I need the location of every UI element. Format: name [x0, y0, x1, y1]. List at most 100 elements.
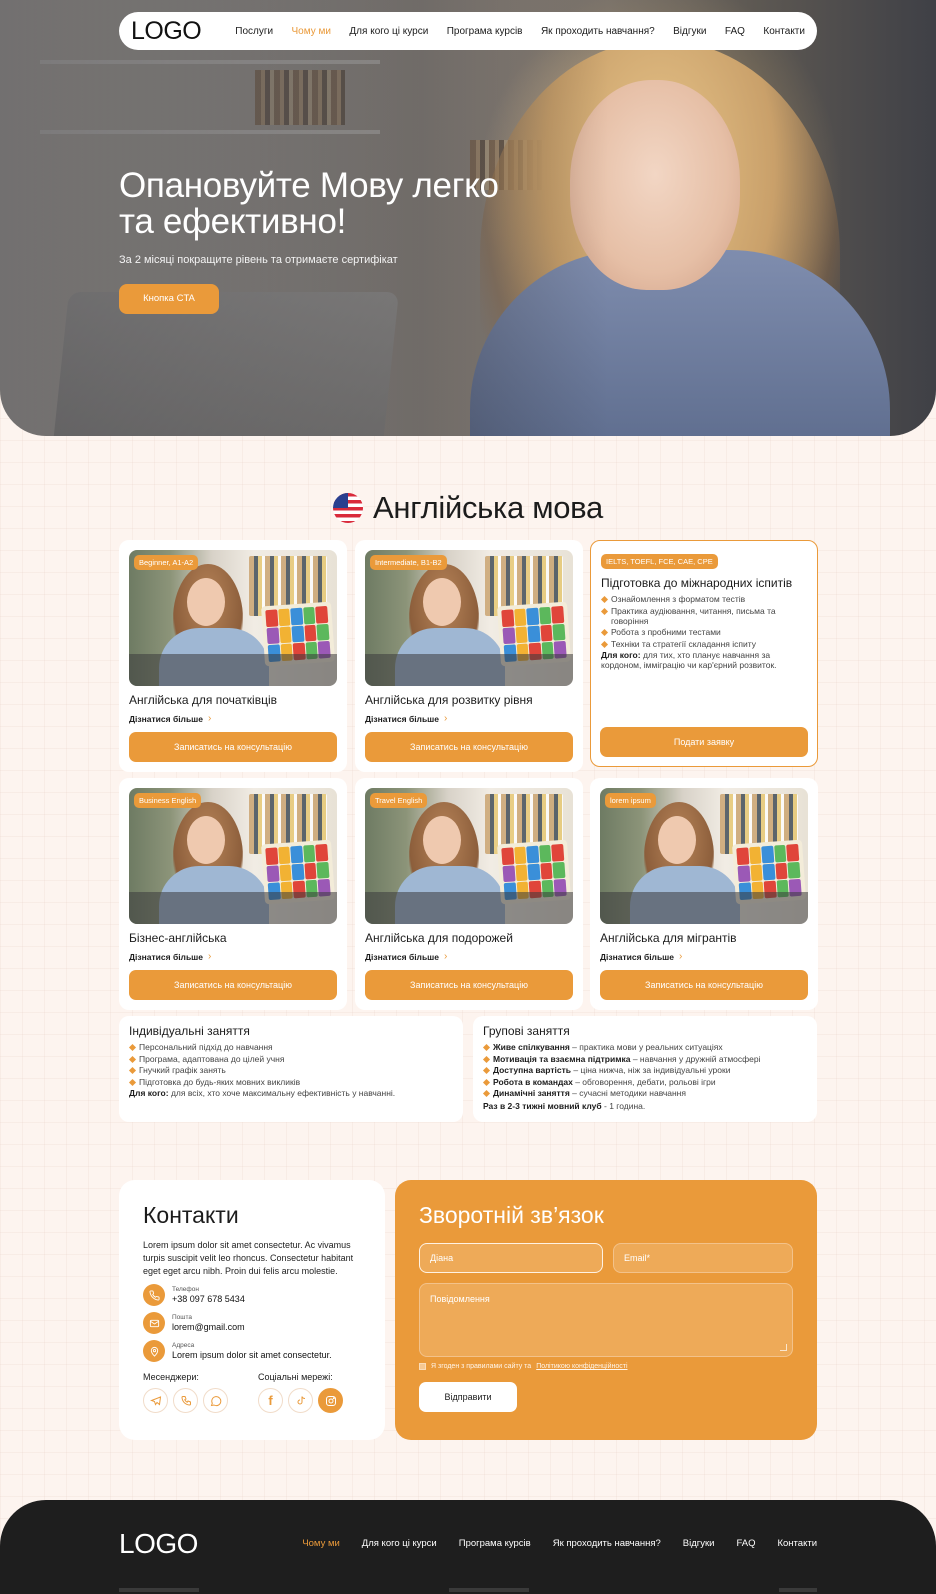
us-flag-icon	[333, 493, 364, 523]
mail-icon	[143, 1312, 165, 1334]
group-lessons-card: Групові заняття Живе спілкування – практ…	[473, 1016, 817, 1122]
consultation-button[interactable]: Записатись на консультацію	[365, 970, 573, 1000]
course-card: Intermediate, B1-B2 Англійська для розви…	[355, 540, 583, 772]
learn-more-link[interactable]: Дізнатися більше ›	[600, 951, 808, 962]
nav-link[interactable]: Послуги	[235, 26, 273, 37]
whatsapp-icon[interactable]	[203, 1388, 228, 1413]
exam-card: IELTS, TOEFL, FCE, CAE, CPE Підготовка д…	[590, 540, 818, 767]
course-image: Beginner, A1-A2	[129, 550, 337, 686]
footer-link[interactable]: FAQ	[736, 1538, 755, 1549]
footer-link[interactable]: Для кого ці курси	[362, 1538, 437, 1549]
nav-link[interactable]: Як проходить навчання?	[541, 26, 655, 37]
exam-bullets: Ознайомлення з форматом тестів Практика …	[601, 594, 807, 649]
course-card: Business English Бізнес-англійська Дізна…	[119, 778, 347, 1010]
course-image: Travel English	[365, 788, 573, 924]
section-title: Англійська мова	[373, 490, 603, 525]
group-title: Групові заняття	[483, 1024, 570, 1038]
nav-link[interactable]: FAQ	[725, 26, 745, 37]
course-level-tag: Business English	[134, 793, 202, 808]
course-level-tag: Beginner, A1-A2	[134, 555, 199, 570]
apply-button[interactable]: Подати заявку	[600, 727, 808, 757]
footer-link[interactable]: Відгуки	[683, 1538, 715, 1549]
hero-content: Опановуйте Мову легко та ефективно! За 2…	[119, 168, 499, 314]
privacy-consent[interactable]: Я згоден з правилами сайту та Політикою …	[419, 1363, 793, 1370]
section-header: Англійська мова	[0, 490, 936, 526]
name-input[interactable]: Діана	[419, 1243, 603, 1273]
individual-lessons-card: Індивідуальні заняття Персональний підхі…	[119, 1016, 463, 1122]
feedback-form: Зворотній зв’язок Діана Email* Повідомле…	[395, 1180, 817, 1440]
tiktok-icon[interactable]	[288, 1388, 313, 1413]
course-level-tag: Travel English	[370, 793, 428, 808]
nav-link[interactable]: Для кого ці курси	[349, 26, 428, 37]
course-card: Beginner, A1-A2 Англійська для початківц…	[119, 540, 347, 772]
nav-link[interactable]: Програма курсів	[447, 26, 523, 37]
nav-link[interactable]: Відгуки	[673, 26, 706, 37]
contact-value: Lorem ipsum dolor sit amet consectetur.	[172, 1350, 332, 1360]
learn-more-link[interactable]: Дізнатися більше ›	[365, 951, 573, 962]
feedback-title: Зворотній зв’язок	[419, 1202, 604, 1228]
contact-value: +38 097 678 5434	[172, 1294, 245, 1304]
footer-link[interactable]: Програма курсів	[459, 1538, 531, 1549]
contacts-description: Lorem ipsum dolor sit amet consectetur. …	[143, 1240, 354, 1276]
contact-label: Телефон	[172, 1286, 199, 1293]
course-card: Travel English Англійська для подорожей …	[355, 778, 583, 1010]
chevron-right-icon: ›	[444, 951, 448, 962]
learn-more-link[interactable]: Дізнатися більше ›	[129, 951, 337, 962]
for-who-text: Для кого: для всіх, хто хоче максимальну…	[129, 1088, 396, 1098]
consultation-button[interactable]: Записатись на консультацію	[129, 970, 337, 1000]
consultation-button[interactable]: Записатись на консультацію	[600, 970, 808, 1000]
contact-phone[interactable]: Телефон +38 097 678 5434	[143, 1284, 361, 1306]
exam-tag: IELTS, TOEFL, FCE, CAE, CPE	[601, 554, 718, 569]
list-item: Доступна вартість – ціна нижча, ніж за і…	[483, 1065, 807, 1075]
consultation-button[interactable]: Записатись на консультацію	[365, 732, 573, 762]
messengers-title: Месенджери:	[143, 1372, 199, 1382]
hero-subtitle: За 2 місяці покращите рівень та отримаєт…	[119, 254, 398, 266]
instagram-icon[interactable]	[318, 1388, 343, 1413]
contacts-title: Контакти	[143, 1202, 239, 1228]
chevron-right-icon: ›	[208, 713, 212, 724]
individual-title: Індивідуальні заняття	[129, 1024, 250, 1038]
privacy-policy-link[interactable]: Політикою конфіденційності	[536, 1363, 627, 1370]
footer-bottom-text	[119, 1588, 817, 1592]
contact-value: lorem@gmail.com	[172, 1322, 245, 1332]
footer-logo[interactable]: LOGO	[119, 1528, 198, 1560]
footer-link[interactable]: Чому ми	[302, 1538, 339, 1549]
contact-address[interactable]: Адреса Lorem ipsum dolor sit amet consect…	[143, 1340, 361, 1362]
list-item: Персональний підхід до навчання	[129, 1042, 453, 1052]
for-who-text: Для кого: для тих, хто планує навчання з…	[601, 650, 777, 670]
chevron-right-icon: ›	[444, 713, 448, 724]
learn-more-link[interactable]: Дізнатися більше ›	[129, 713, 337, 724]
consultation-button[interactable]: Записатись на консультацію	[129, 732, 337, 762]
footer-link[interactable]: Як проходить навчання?	[553, 1538, 661, 1549]
hero-cta-button[interactable]: Кнопка CTA	[119, 284, 219, 314]
submit-button[interactable]: Відправити	[419, 1382, 517, 1412]
logo[interactable]: LOGO	[131, 17, 202, 46]
contact-label: Адреса	[172, 1342, 195, 1349]
nav-link[interactable]: Чому ми	[292, 26, 331, 37]
course-title: Англійська для мігрантів	[600, 931, 737, 945]
consent-checkbox[interactable]	[419, 1363, 426, 1370]
list-item: Динамічні заняття – сучасні методики нав…	[483, 1088, 807, 1098]
telegram-icon[interactable]	[143, 1388, 168, 1413]
list-item: Живе спілкування – практика мови у реаль…	[483, 1042, 807, 1052]
contact-email[interactable]: Пошта lorem@gmail.com	[143, 1312, 361, 1334]
nav-link[interactable]: Контакти	[763, 26, 805, 37]
list-item: Техніки та стратегії складання іспиту	[601, 639, 807, 649]
message-textarea[interactable]: Повідомлення	[419, 1283, 793, 1357]
footer-link[interactable]: Контакти	[777, 1538, 817, 1549]
course-title: Англійська для подорожей	[365, 931, 513, 945]
viber-icon[interactable]	[173, 1388, 198, 1413]
hero-section: LOGO Послуги Чому ми Для кого ці курси Прог…	[0, 0, 936, 436]
facebook-icon[interactable]: f	[258, 1388, 283, 1413]
hero-title: Опановуйте Мову легко та ефективно!	[119, 166, 499, 241]
list-item: Мотивація та взаємна підтримка – навчанн…	[483, 1054, 807, 1064]
email-input[interactable]: Email*	[613, 1243, 793, 1273]
contact-label: Пошта	[172, 1314, 193, 1321]
course-title: Англійська для розвитку рівня	[365, 693, 533, 707]
top-navbar: LOGO Послуги Чому ми Для кого ці курси Прог…	[119, 12, 817, 50]
course-title: Бізнес-англійська	[129, 931, 227, 945]
footer: LOGO Чому ми Для кого ці курси Програма ку…	[0, 1500, 936, 1594]
list-item: Гнучкий графік занять	[129, 1065, 453, 1075]
learn-more-link[interactable]: Дізнатися більше ›	[365, 713, 573, 724]
list-item: Ознайомлення з форматом тестів	[601, 594, 807, 604]
